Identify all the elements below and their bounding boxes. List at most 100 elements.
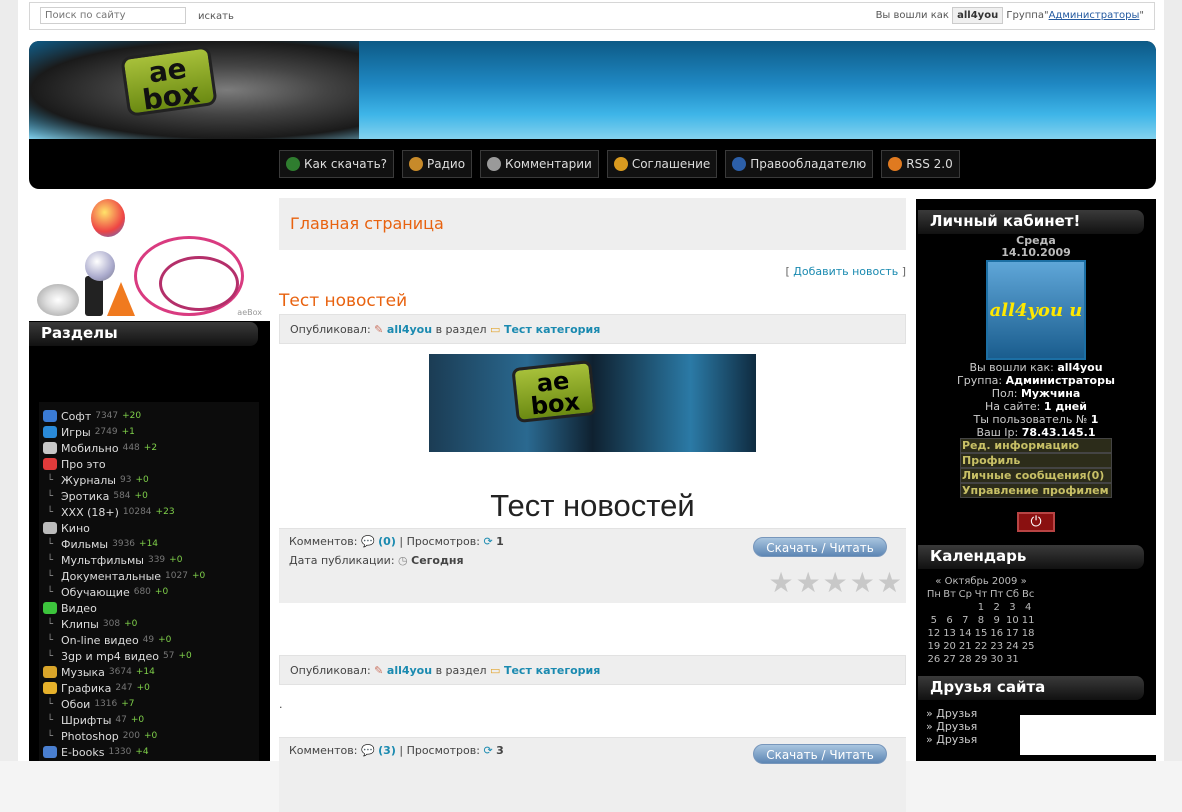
site-logo[interactable]: ae box xyxy=(120,45,218,117)
section-item[interactable]: Игры 2749 +1 xyxy=(43,424,255,440)
calendar-day[interactable]: 28 xyxy=(957,653,973,666)
comments-count[interactable]: (0) xyxy=(378,535,396,548)
author-link[interactable]: all4you xyxy=(387,664,432,677)
search-button[interactable]: искать xyxy=(198,11,234,22)
calendar-day[interactable]: 25 xyxy=(1020,640,1036,653)
nav-item-0[interactable]: Как скачать? xyxy=(279,150,395,178)
section-item[interactable]: Про это xyxy=(43,456,255,472)
nav-item-5[interactable]: RSS 2.0 xyxy=(881,150,960,178)
nav-item-3[interactable]: Соглашение xyxy=(606,150,718,178)
next-month-button[interactable]: » xyxy=(1021,576,1027,587)
calendar-day[interactable]: 19 xyxy=(926,640,942,653)
right-sidebar: Личный кабинет! Среда 14.10.2009 all4you… xyxy=(916,199,1156,761)
profile-link[interactable]: Профиль xyxy=(960,453,1112,468)
section-item[interactable]: Софт 7347 +20 xyxy=(43,408,255,424)
group-link[interactable]: Администраторы xyxy=(1049,10,1140,21)
section-item[interactable]: Кино xyxy=(43,520,255,536)
pencil-icon: ✎ xyxy=(374,323,384,336)
star-icon[interactable]: ★ xyxy=(877,569,902,597)
nav-item-1[interactable]: Радио xyxy=(402,150,473,178)
calendar-day[interactable]: 30 xyxy=(989,653,1005,666)
calendar-day[interactable]: 27 xyxy=(942,653,958,666)
calendar-day[interactable]: 6 xyxy=(942,614,958,627)
login-username[interactable]: all4you xyxy=(952,7,1004,24)
friends-title: Друзья сайта xyxy=(918,676,1144,700)
friend-link[interactable]: » Друзья xyxy=(926,707,977,720)
nav-item-2[interactable]: Комментарии xyxy=(480,150,599,178)
views-count: 1 xyxy=(496,535,504,548)
nav-item-4[interactable]: Правообладателю xyxy=(725,150,874,178)
calendar-day[interactable]: 31 xyxy=(1005,653,1021,666)
star-icon[interactable]: ★ xyxy=(850,569,875,597)
author-link[interactable]: all4you xyxy=(387,323,432,336)
calendar-day xyxy=(1020,653,1036,666)
section-item[interactable]: └ Фильмы 3936 +14 xyxy=(43,536,255,552)
calendar-weekday: Пт xyxy=(990,589,1004,600)
calendar-day[interactable]: 9 xyxy=(989,614,1005,627)
prev-month-button[interactable]: « xyxy=(935,576,941,587)
section-item[interactable]: └ Клипы 308 +0 xyxy=(43,616,255,632)
calendar-day[interactable]: 13 xyxy=(942,627,958,640)
calendar-day[interactable]: 3 xyxy=(1005,601,1021,614)
section-item[interactable]: Мобильно 448 +2 xyxy=(43,440,255,456)
section-item[interactable]: └ Эротика 584 +0 xyxy=(43,488,255,504)
calendar-day[interactable]: 16 xyxy=(989,627,1005,640)
section-item[interactable]: └ Photoshop 200 +0 xyxy=(43,728,255,744)
calendar-day[interactable]: 14 xyxy=(957,627,973,640)
section-item[interactable]: └ On-line видео 49 +0 xyxy=(43,632,255,648)
calendar-day[interactable]: 10 xyxy=(1005,614,1021,627)
download-read-button[interactable]: Скачать / Читать xyxy=(753,744,887,764)
category-link[interactable]: Тест категория xyxy=(504,323,600,336)
messages-link[interactable]: Личные сообщения(0) xyxy=(960,468,1112,483)
post-stats: Комментов: 💬 (3) | Просмотров: ⟳ 3 Скача… xyxy=(279,737,906,812)
calendar-day[interactable]: 17 xyxy=(1005,627,1021,640)
logout-button[interactable]: ⏻ xyxy=(1017,512,1055,532)
add-news-link[interactable]: Добавить новость xyxy=(793,265,898,278)
star-icon[interactable]: ★ xyxy=(823,569,848,597)
section-item[interactable]: └ Журналы 93 +0 xyxy=(43,472,255,488)
section-item[interactable]: Музыка 3674 +14 xyxy=(43,664,255,680)
download-read-button[interactable]: Скачать / Читать xyxy=(753,537,887,557)
star-icon[interactable]: ★ xyxy=(768,569,793,597)
calendar-day[interactable]: 12 xyxy=(926,627,942,640)
section-item[interactable]: └ 3gp и mp4 видео 57 +0 xyxy=(43,648,255,664)
calendar-day[interactable]: 20 xyxy=(942,640,958,653)
section-item[interactable]: └ Обои 1316 +7 xyxy=(43,696,255,712)
edit-info-link[interactable]: Ред. информацию xyxy=(960,438,1112,453)
section-item[interactable]: Видео xyxy=(43,600,255,616)
friend-link[interactable]: » Друзья xyxy=(926,720,977,733)
calendar-day[interactable]: 24 xyxy=(1005,640,1021,653)
calendar-day[interactable]: 7 xyxy=(957,614,973,627)
section-item[interactable]: └ Обучающие 680 +0 xyxy=(43,584,255,600)
calendar-day[interactable]: 15 xyxy=(973,627,989,640)
comments-count[interactable]: (3) xyxy=(378,744,396,757)
star-icon[interactable]: ★ xyxy=(796,569,821,597)
section-item[interactable]: └ Шрифты 47 +0 xyxy=(43,712,255,728)
section-item[interactable]: └ XXX (18+) 10284 +23 xyxy=(43,504,255,520)
calendar-day[interactable]: 5 xyxy=(926,614,942,627)
calendar-day[interactable]: 4 xyxy=(1020,601,1036,614)
section-item[interactable]: └ Мультфильмы 339 +0 xyxy=(43,552,255,568)
section-item[interactable]: └ Документальные 1027 +0 xyxy=(43,568,255,584)
calendar-day[interactable]: 2 xyxy=(989,601,1005,614)
calendar-day[interactable]: 29 xyxy=(973,653,989,666)
post-title[interactable]: Тест новостей xyxy=(279,291,407,311)
section-new-count: +7 xyxy=(121,699,135,709)
user-info: Вы вошли как: all4you Группа: Администра… xyxy=(916,361,1156,439)
calendar-day[interactable]: 18 xyxy=(1020,627,1036,640)
avatar[interactable]: all4you и xyxy=(986,260,1086,360)
friend-link[interactable]: » Друзья xyxy=(926,733,977,746)
section-item[interactable]: E-books 1330 +4 xyxy=(43,744,255,760)
manage-profile-link[interactable]: Управление профилем xyxy=(960,483,1112,498)
calendar-day[interactable]: 22 xyxy=(973,640,989,653)
calendar-day[interactable]: 21 xyxy=(957,640,973,653)
search-input[interactable] xyxy=(40,7,186,24)
category-link[interactable]: Тест категория xyxy=(504,664,600,677)
section-item[interactable]: Графика 247 +0 xyxy=(43,680,255,696)
section-count: 339 xyxy=(147,555,166,565)
calendar-day[interactable]: 23 xyxy=(989,640,1005,653)
calendar-day[interactable]: 1 xyxy=(973,601,989,614)
calendar-day[interactable]: 11 xyxy=(1020,614,1036,627)
calendar-day[interactable]: 8 xyxy=(973,614,989,627)
calendar-day[interactable]: 26 xyxy=(926,653,942,666)
